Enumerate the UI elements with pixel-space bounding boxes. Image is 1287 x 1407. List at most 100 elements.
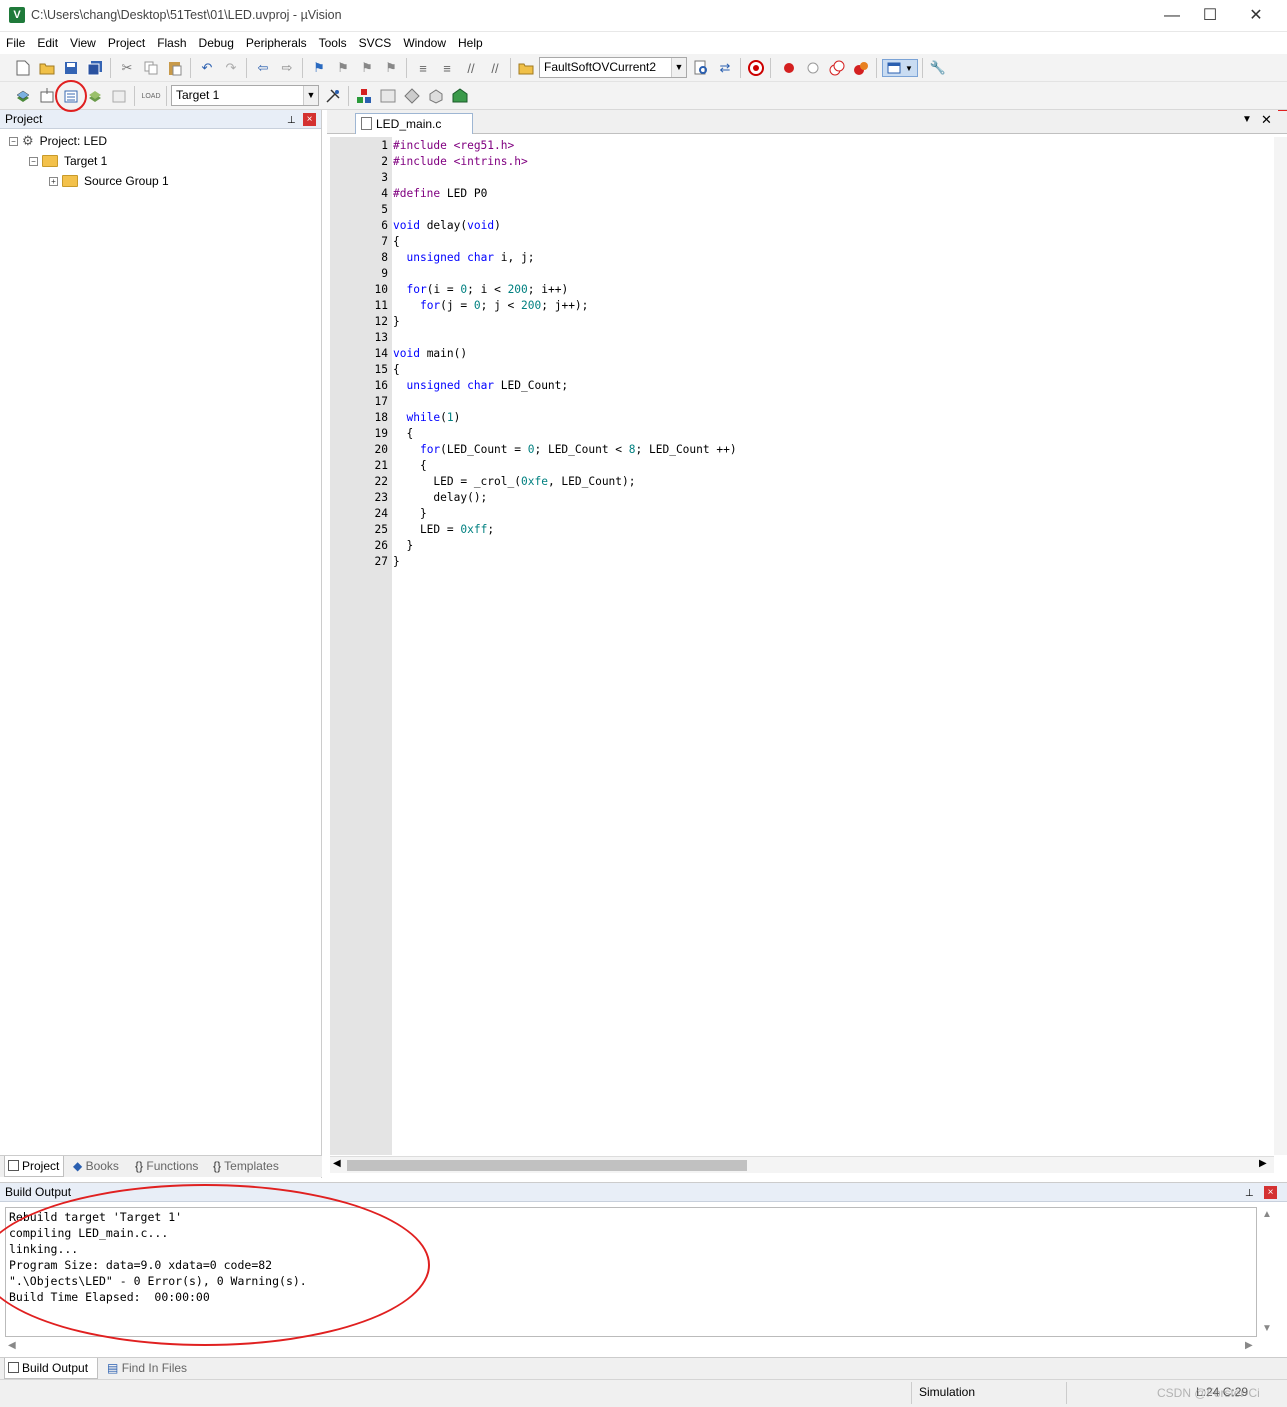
code-line-text: for(j = 0; j < 200; j++); (419, 299, 589, 312)
tab-books[interactable]: ◆ Books (70, 1156, 126, 1177)
close-pane-icon[interactable]: × (303, 113, 316, 126)
tree-item-target[interactable]: − Target 1 (29, 151, 107, 171)
menu-file[interactable]: File (0, 33, 31, 53)
tab-functions-label: Functions (146, 1159, 199, 1173)
target-options-icon[interactable] (324, 87, 342, 105)
cut-icon[interactable]: ✂ (118, 59, 136, 77)
tab-find-in-files[interactable]: ▤ Find In Files (104, 1358, 190, 1379)
start-debug-icon[interactable] (747, 59, 765, 77)
bookmark-next-icon[interactable]: ⚑ (358, 59, 376, 77)
close-button[interactable]: ✕ (1233, 0, 1279, 32)
batch-build-icon[interactable] (86, 87, 104, 105)
rebuild-icon[interactable] (62, 87, 80, 105)
scroll-left-icon[interactable]: ◀ (333, 1158, 341, 1169)
chevron-down-icon[interactable]: ▼ (303, 86, 318, 105)
pin-icon[interactable]: ⊥ (287, 112, 296, 130)
select-packs-icon[interactable] (379, 87, 397, 105)
find-icon[interactable] (692, 59, 710, 77)
redo-icon[interactable]: ↷ (222, 59, 240, 77)
tab-templates[interactable]: {} Templates (210, 1156, 290, 1177)
tab-build-output[interactable]: Build Output (4, 1358, 98, 1379)
project-tab-icon (8, 1160, 19, 1171)
horizontal-scrollbar[interactable]: ◀ ▶ (330, 1156, 1274, 1173)
project-icon: ⚙ (22, 133, 34, 148)
pin-icon[interactable]: ⊥ (1245, 1185, 1254, 1203)
maximize-button[interactable]: ☐ (1187, 0, 1233, 32)
expand-icon[interactable]: + (49, 176, 58, 186)
collapse-icon[interactable]: − (29, 156, 38, 166)
scroll-down-icon[interactable]: ▼ (1262, 1323, 1272, 1334)
indent-icon[interactable]: ≡ (414, 59, 432, 77)
manage-project-items-icon[interactable] (355, 87, 373, 105)
breakpoint-kill-all-icon[interactable] (852, 59, 870, 77)
scroll-up-icon[interactable]: ▲ (1262, 1209, 1272, 1220)
paste-icon[interactable] (166, 59, 184, 77)
build-output-tab-icon (8, 1362, 19, 1373)
incremental-find-icon[interactable]: ⇄ (716, 59, 734, 77)
close-pane-icon[interactable]: × (1264, 1186, 1277, 1199)
menu-project[interactable]: Project (102, 33, 151, 53)
target-folder-icon (42, 155, 58, 167)
copy-icon[interactable] (142, 59, 160, 77)
bookmark-prev-icon[interactable]: ⚑ (334, 59, 352, 77)
file-icon (361, 117, 372, 130)
menu-tools[interactable]: Tools (313, 33, 353, 53)
close-tab-icon[interactable]: ✕ (1261, 112, 1272, 128)
pack-installer-icon[interactable] (427, 87, 445, 105)
bookmark-clear-icon[interactable]: ⚑ (382, 59, 400, 77)
breakpoint-insert-icon[interactable] (780, 59, 798, 77)
bookmark-insert-icon[interactable]: ⚑ (310, 59, 328, 77)
menu-svcs[interactable]: SVCS (353, 33, 398, 53)
manage-rte-icon[interactable] (403, 87, 421, 105)
stop-build-icon[interactable] (110, 87, 128, 105)
scroll-right-icon[interactable]: ▶ (1259, 1158, 1267, 1169)
chevron-down-icon[interactable]: ▼ (671, 58, 686, 77)
save-all-icon[interactable] (86, 59, 104, 77)
navigate-forward-icon[interactable]: ⇨ (278, 59, 296, 77)
translate-icon[interactable] (14, 87, 32, 105)
menu-view[interactable]: View (64, 33, 102, 53)
build-icon[interactable] (38, 87, 56, 105)
tree-item-project[interactable]: − ⚙ Project: LED (9, 131, 107, 151)
download-icon[interactable]: LOAD (141, 87, 160, 105)
undo-icon[interactable]: ↶ (198, 59, 216, 77)
menu-help[interactable]: Help (452, 33, 489, 53)
build-output-line: compiling LED_main.c... (9, 1226, 169, 1240)
tab-list-chevron-icon[interactable]: ▼ (1242, 114, 1252, 125)
code-editor[interactable]: 1 #include <reg51.h> 2 #include <intrins.h>… (330, 137, 1274, 1155)
window-layout-icon[interactable]: ▼ (882, 59, 918, 77)
save-icon[interactable] (62, 59, 80, 77)
find-combo[interactable]: FaultSoftOVCurrent2 ▼ (539, 57, 687, 78)
scrollbar-thumb[interactable] (347, 1160, 747, 1171)
scroll-right-icon[interactable]: ▶ (1245, 1340, 1253, 1351)
new-file-icon[interactable] (14, 59, 32, 77)
menu-peripherals[interactable]: Peripherals (240, 33, 313, 53)
line-number: 20 (374, 443, 388, 456)
menu-debug[interactable]: Debug (193, 33, 240, 53)
open-file-icon[interactable] (38, 59, 56, 77)
comment-icon[interactable]: // (462, 59, 480, 77)
menu-edit[interactable]: Edit (31, 33, 64, 53)
collapse-icon[interactable]: − (9, 136, 18, 146)
breakpoint-enable-icon[interactable] (804, 59, 822, 77)
tab-project[interactable]: Project (4, 1156, 64, 1177)
configure-icon[interactable]: 🔧 (929, 59, 947, 77)
menu-window[interactable]: Window (397, 33, 452, 53)
scroll-left-icon[interactable]: ◀ (8, 1340, 16, 1351)
menu-flash[interactable]: Flash (151, 33, 192, 53)
software-packs-icon[interactable] (451, 87, 469, 105)
line-number: 2 (381, 155, 388, 168)
build-output-text[interactable]: Rebuild target 'Target 1' compiling LED_m… (5, 1207, 1257, 1337)
unindent-icon[interactable]: ≡ (438, 59, 456, 77)
tree-item-source-group[interactable]: + Source Group 1 (49, 171, 169, 191)
vertical-scrollbar[interactable] (1274, 137, 1287, 1155)
breakpoint-disable-all-icon[interactable] (828, 59, 846, 77)
uncomment-icon[interactable]: // (486, 59, 504, 77)
tab-led-main-c[interactable]: LED_main.c (355, 113, 473, 134)
target-select[interactable]: Target 1 ▼ (171, 85, 319, 106)
find-in-files-icon[interactable] (517, 59, 535, 77)
editor-area: LED_main.c ▼ ✕ 1 #include <reg51.h> 2 #incl… (327, 110, 1287, 1178)
build-output-line: ".\Objects\LED" - 0 Error(s), 0 Warning(… (9, 1274, 307, 1288)
navigate-back-icon[interactable]: ⇦ (254, 59, 272, 77)
tab-functions[interactable]: {} Functions (132, 1156, 204, 1177)
